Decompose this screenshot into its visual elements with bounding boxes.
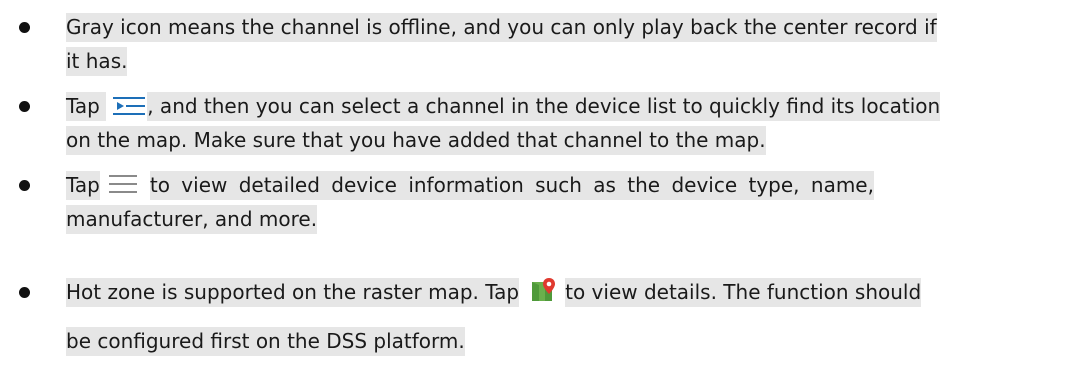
bullet-4-line-2: be configured first on the DSS platform. bbox=[66, 327, 465, 356]
bullet-4-text-after: to view details. The function should bbox=[565, 278, 922, 307]
bullet-3-text-after: to view detailed device information such… bbox=[149, 171, 874, 200]
bullet-2-text-2: on the map. Make sure that you have adde… bbox=[66, 126, 766, 155]
bullet-dot bbox=[19, 287, 30, 298]
bullet-dot bbox=[19, 101, 30, 112]
bullet-2-line-2: on the map. Make sure that you have adde… bbox=[66, 126, 766, 155]
bullet-3-line-1: Tap to view detailed device information … bbox=[66, 171, 874, 200]
bullet-3-text-2: manufacturer, and more. bbox=[66, 205, 318, 234]
bullet-3-text-before: Tap bbox=[66, 171, 100, 200]
document-page: Gray icon means the channel is offline, … bbox=[0, 0, 1088, 371]
bullet-2-text-before: Tap bbox=[66, 92, 107, 121]
bullet-dot bbox=[19, 22, 30, 33]
bullet-1-text-2: it has. bbox=[66, 47, 128, 76]
bullet-4-line-1: Hot zone is supported on the raster map.… bbox=[66, 277, 922, 307]
bullet-3-line-2: manufacturer, and more. bbox=[66, 205, 318, 234]
bullet-4-text-2: be configured first on the DSS platform. bbox=[66, 327, 465, 356]
bullet-dot bbox=[19, 180, 30, 191]
menu-lines-icon bbox=[108, 173, 138, 195]
bullet-1-line-1: Gray icon means the channel is offline, … bbox=[66, 13, 937, 42]
bullet-2-text-after: , and then you can select a channel in t… bbox=[147, 92, 941, 121]
channel-locate-icon bbox=[112, 95, 146, 115]
raster-map-pin-icon bbox=[531, 277, 557, 303]
bullet-2-line-1: Tap , and then you can select a channel … bbox=[66, 92, 941, 121]
bullet-1-text-1: Gray icon means the channel is offline, … bbox=[66, 13, 937, 42]
bullet-1-line-2: it has. bbox=[66, 47, 128, 76]
bullet-4-text-before: Hot zone is supported on the raster map.… bbox=[66, 278, 520, 307]
